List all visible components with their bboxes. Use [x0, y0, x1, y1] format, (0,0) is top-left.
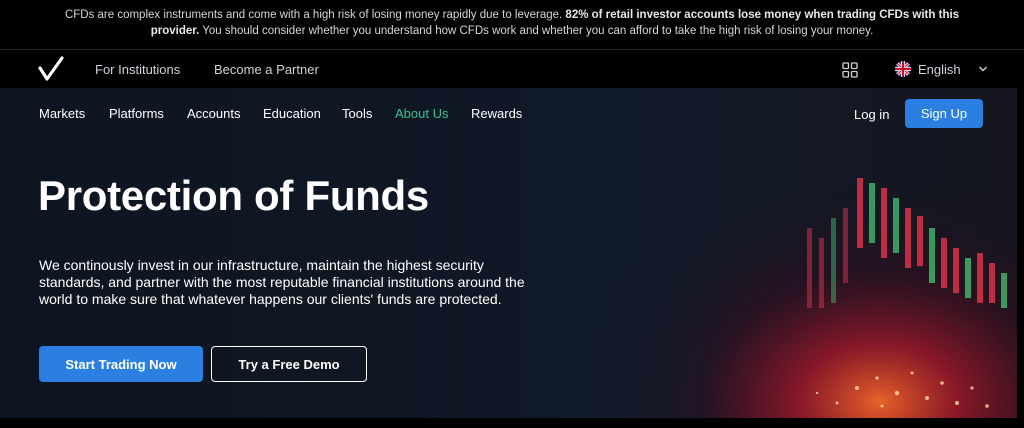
risk-warning-text-end: You should consider whether you understa…	[199, 25, 874, 37]
for-institutions-link[interactable]: For Institutions	[95, 62, 180, 77]
sign-up-button[interactable]: Sign Up	[905, 99, 983, 128]
nav-item-markets[interactable]: Markets	[39, 106, 85, 121]
nav-item-about-us[interactable]: About Us	[395, 106, 448, 121]
hero-description: We continously invest in our infrastruct…	[39, 257, 525, 307]
grid-apps-icon[interactable]	[842, 62, 858, 78]
nav-item-platforms[interactable]: Platforms	[109, 106, 164, 121]
nav-item-education[interactable]: Education	[263, 106, 321, 121]
brand-checkmark-logo[interactable]	[38, 56, 64, 82]
page-title: Protection of Funds	[38, 172, 429, 219]
nav-item-tools[interactable]: Tools	[342, 106, 372, 121]
nav-item-accounts[interactable]: Accounts	[187, 106, 240, 121]
hero-section: Markets Platforms Accounts Education Too…	[0, 88, 1017, 418]
language-label: English	[918, 61, 961, 77]
free-demo-button[interactable]: Try a Free Demo	[211, 346, 367, 382]
risk-warning-text-start: CFDs are complex instruments and come wi…	[64, 9, 566, 21]
language-selector[interactable]: English	[895, 60, 988, 78]
start-trading-button[interactable]: Start Trading Now	[39, 346, 203, 382]
chevron-down-icon	[978, 66, 987, 72]
nav-item-rewards[interactable]: Rewards	[471, 106, 522, 121]
login-link[interactable]: Log in	[854, 107, 889, 122]
top-bar: For Institutions Become a Partner Englis…	[0, 50, 1024, 88]
main-navigation: Markets Platforms Accounts Education Too…	[0, 88, 1017, 138]
risk-warning-banner: CFDs are complex instruments and come wi…	[0, 0, 1024, 50]
uk-flag-icon	[895, 61, 911, 77]
become-partner-link[interactable]: Become a Partner	[214, 62, 319, 77]
